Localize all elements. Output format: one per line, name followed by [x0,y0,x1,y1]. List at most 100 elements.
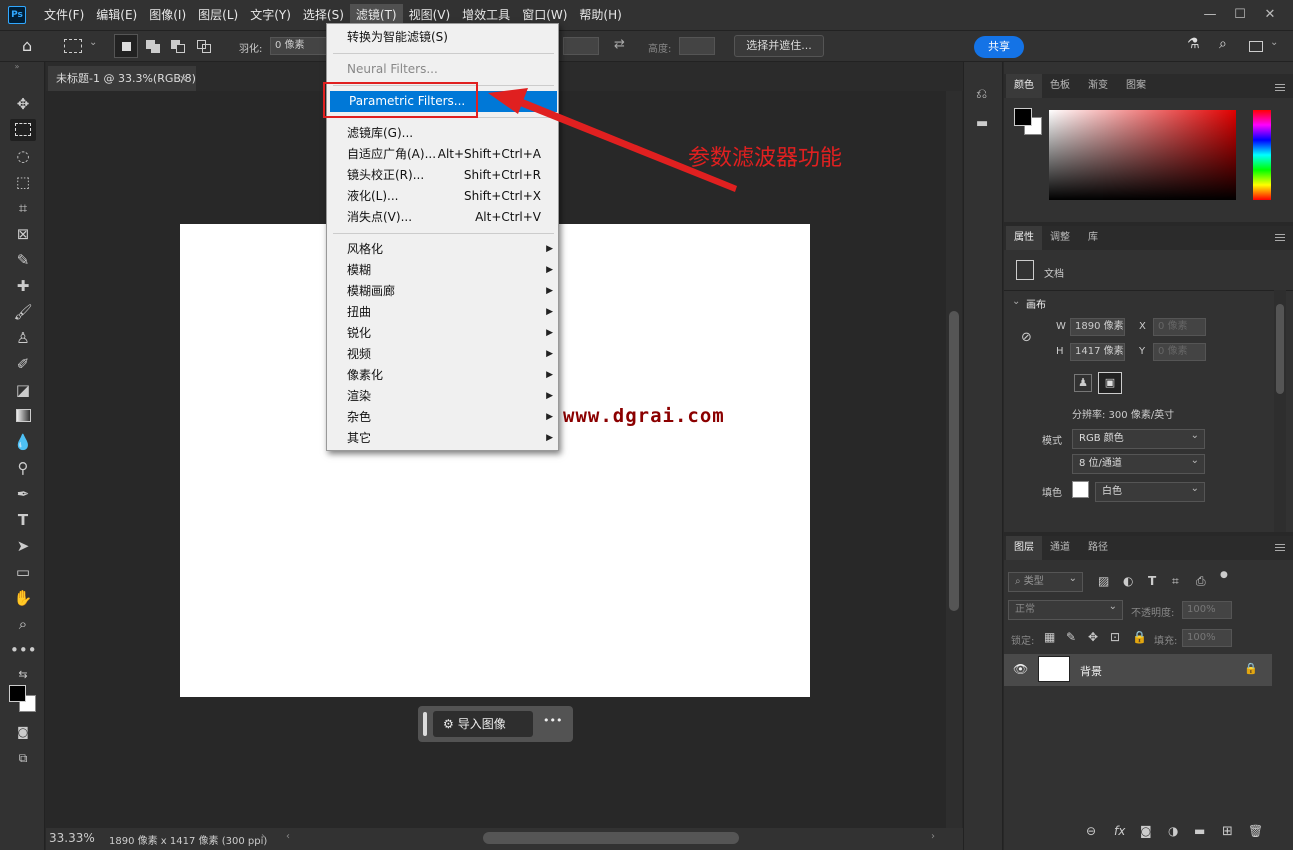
workspace-icon[interactable] [1249,41,1263,52]
gradient-tool-icon[interactable] [10,405,36,427]
fx-icon[interactable]: fx [1114,824,1125,838]
menu-help[interactable]: 帮助(H) [573,4,627,26]
path-select-tool-icon[interactable]: ➤ [10,535,36,557]
menu-render[interactable]: 渲染 ▶ [328,386,557,407]
menu-file[interactable]: 文件(F) [38,4,90,26]
history-icon[interactable]: ⎌ [976,86,987,102]
flask-icon[interactable]: ⚗ [1187,36,1200,52]
filter-type-icon[interactable]: T [1148,574,1156,588]
menu-blur[interactable]: 模糊 ▶ [328,260,557,281]
tab-properties[interactable]: 属性 [1006,226,1042,250]
history-brush-tool-icon[interactable]: ✐ [10,353,36,375]
menu-video[interactable]: 视频 ▶ [328,344,557,365]
x-field[interactable]: 0 像素 [1153,318,1206,336]
tab-swatches[interactable]: 色板 [1042,74,1078,98]
menu-edit[interactable]: 编辑(E) [90,4,143,26]
scroll-right-icon[interactable]: › [931,831,935,842]
tab-patterns[interactable]: 图案 [1118,74,1154,98]
chevron-down-icon[interactable]: ⌄ [89,37,97,48]
lock-pixels-icon[interactable]: ▦ [1044,630,1055,644]
comments-icon[interactable]: ▬ [976,116,988,131]
foreground-color-swatch[interactable] [9,685,26,702]
color-field[interactable] [1049,110,1236,200]
lock-paint-icon[interactable]: ✎ [1066,630,1076,644]
eraser-tool-icon[interactable]: ◪ [10,379,36,401]
object-select-tool-icon[interactable]: ⬚ [10,171,36,193]
tab-color[interactable]: 颜色 [1006,74,1042,98]
panel-menu-icon[interactable] [1275,84,1285,91]
filter-shape-icon[interactable]: ⌗ [1172,574,1179,589]
visibility-eye-icon[interactable]: 👁 [1013,662,1028,676]
vertical-scroll-thumb[interactable] [949,311,959,611]
taskbar-handle[interactable] [423,712,427,736]
portrait-icon[interactable]: ♟ [1074,374,1092,392]
mode-select[interactable]: RGB 颜色 [1072,427,1205,449]
more-tools-icon[interactable]: ••• [10,639,37,661]
lock-artboard-icon[interactable]: ⊡ [1110,630,1120,644]
brush-tool-icon[interactable]: 🖌 [10,301,36,323]
rectangle-tool-icon[interactable]: ▭ [10,561,36,583]
fill-select[interactable]: 白色 [1095,480,1205,502]
eyedropper-tool-icon[interactable]: ✎ [10,249,36,271]
document-tab[interactable]: 未标题-1 @ 33.3%(RGB/8) × [48,66,196,91]
status-chevron-icon[interactable]: › [261,831,265,842]
swap-icon[interactable]: ⇄ [614,37,625,52]
workspace-chevron-icon[interactable]: ⌄ [1270,37,1278,48]
kind-filter-select[interactable]: ⌕ 类型 [1008,570,1083,592]
new-layer-icon[interactable]: ⊞ [1222,824,1233,839]
height-field[interactable]: 1417 像素 [1070,343,1125,361]
menu-pixelate[interactable]: 像素化 ▶ [328,365,557,386]
blend-mode-select[interactable]: 正常 [1008,598,1123,620]
tab-gradients[interactable]: 渐变 [1080,74,1116,98]
delete-layer-icon[interactable]: 🗑 [1248,824,1263,838]
link-icon[interactable]: ⊘ [1021,330,1032,345]
menu-neural-filters[interactable]: Neural Filters... [328,59,557,80]
crop-tool-icon[interactable]: ⌗ [10,197,36,219]
new-group-icon[interactable]: ▬ [1194,824,1205,838]
maximize-button[interactable]: ☐ [1225,4,1255,26]
add-mask-icon[interactable]: ◙ [1140,824,1152,838]
close-window-button[interactable]: ✕ [1255,4,1285,26]
tab-adjustments[interactable]: 调整 [1042,226,1078,250]
menu-distort[interactable]: 扭曲 ▶ [328,302,557,323]
screen-mode-icon[interactable]: ⧉ [10,747,36,769]
horizontal-scroll-thumb[interactable] [483,832,739,844]
height-input[interactable] [679,37,715,55]
properties-scrollbar[interactable] [1274,290,1286,532]
blur-tool-icon[interactable]: 💧 [10,431,36,453]
lock-all-icon[interactable]: 🔒 [1132,630,1147,644]
zoom-tool-icon[interactable]: ⌕ [10,613,36,635]
zoom-level[interactable]: 33.33% [49,831,95,845]
frame-tool-icon[interactable]: ⊠ [10,223,36,245]
type-tool-icon[interactable]: T [10,509,36,531]
share-button[interactable]: 共享 [974,36,1024,58]
color-fg-swatch[interactable] [1014,108,1032,126]
home-icon[interactable]: ⌂ [22,36,32,55]
menu-noise[interactable]: 杂色 ▶ [328,407,557,428]
select-and-mask-button[interactable]: 选择并遮住... [734,35,824,57]
menu-blur-gallery[interactable]: 模糊画廊 ▶ [328,281,557,302]
filter-toggle-icon[interactable]: ● [1220,570,1228,580]
menu-vanishing-point[interactable]: 消失点(V)... Alt+Ctrl+V [328,207,557,228]
tab-channels[interactable]: 通道 [1042,536,1078,560]
menu-other[interactable]: 其它 ▶ [328,428,557,449]
scroll-left-icon[interactable]: ‹ [286,831,290,842]
hue-slider[interactable] [1253,110,1271,200]
width-input[interactable] [563,37,599,55]
tab-paths[interactable]: 路径 [1080,536,1116,560]
layers-menu-icon[interactable] [1275,544,1285,551]
tab-libraries[interactable]: 库 [1080,226,1106,250]
filter-smart-icon[interactable]: ⎙ [1196,574,1206,589]
lasso-tool-icon[interactable]: ◌ [10,145,36,167]
y-field[interactable]: 0 像素 [1153,343,1206,361]
layer-row[interactable]: 👁 背景 🔒 [1004,654,1272,686]
subtract-selection-icon[interactable] [171,40,185,53]
move-tool-icon[interactable]: ✥ [10,93,36,115]
tab-layers[interactable]: 图层 [1006,536,1042,560]
import-image-button[interactable]: ⚙ 导入图像 [433,711,533,737]
intersect-selection-icon[interactable] [197,40,211,53]
landscape-icon[interactable]: ▣ [1098,372,1122,394]
vertical-scrollbar[interactable] [946,91,962,828]
new-adjustment-icon[interactable]: ◑ [1168,824,1178,838]
new-selection-icon[interactable] [114,34,138,58]
